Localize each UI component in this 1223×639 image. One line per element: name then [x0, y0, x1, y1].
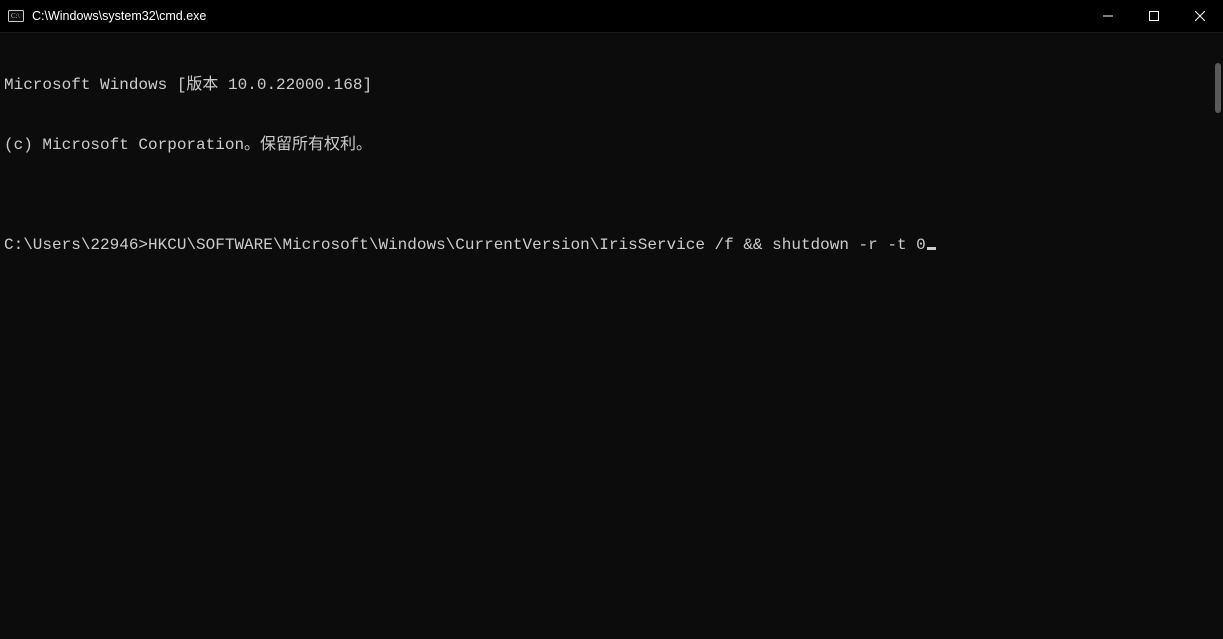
window-title: C:\Windows\system32\cmd.exe [32, 9, 206, 23]
banner-line-1: Microsoft Windows [版本 10.0.22000.168] [4, 75, 1223, 95]
scrollbar-thumb[interactable] [1215, 63, 1221, 113]
cmd-icon: C:\ [8, 8, 24, 24]
titlebar[interactable]: C:\ C:\Windows\system32\cmd.exe [0, 0, 1223, 33]
prompt-text: C:\Users\22946> [4, 236, 148, 254]
close-button[interactable] [1177, 0, 1223, 32]
minimize-button[interactable] [1085, 0, 1131, 32]
scrollbar-track[interactable] [1207, 33, 1223, 639]
maximize-button[interactable] [1131, 0, 1177, 32]
text-cursor [927, 247, 936, 250]
svg-text:C:\: C:\ [11, 12, 20, 20]
prompt-line: C:\Users\22946>HKCU\SOFTWARE\Microsoft\W… [4, 235, 1223, 255]
terminal-output[interactable]: Microsoft Windows [版本 10.0.22000.168] (c… [0, 33, 1223, 639]
cmd-window: C:\ C:\Windows\system32\cmd.exe Microsof… [0, 0, 1223, 639]
command-text: HKCU\SOFTWARE\Microsoft\Windows\CurrentV… [148, 236, 926, 254]
banner-line-2: (c) Microsoft Corporation。保留所有权利。 [4, 135, 1223, 155]
